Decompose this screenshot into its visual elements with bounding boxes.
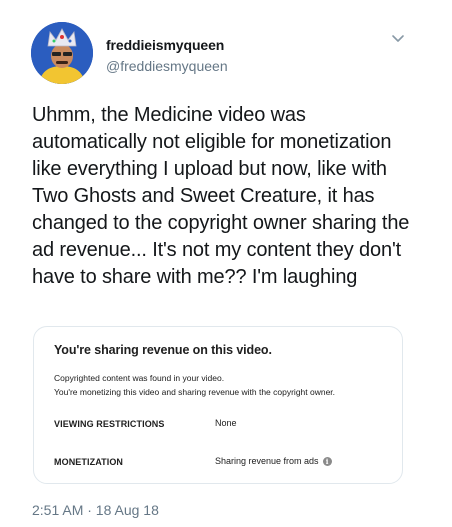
- media-card[interactable]: You're sharing revenue on this video. Co…: [33, 326, 403, 484]
- card-description-line: Copyrighted content was found in your vi…: [54, 373, 225, 383]
- monetization-label: MONETIZATION: [54, 457, 124, 467]
- avatar[interactable]: [31, 22, 93, 84]
- viewing-restrictions-text: None: [215, 418, 237, 428]
- tweet-timestamp[interactable]: 2:51 AM · 18 Aug 18: [32, 502, 159, 518]
- viewing-restrictions-value: None: [215, 418, 237, 428]
- tweet-text: Uhmm, the Medicine video was automatical…: [32, 104, 410, 288]
- chevron-down-icon[interactable]: [391, 34, 405, 44]
- info-icon[interactable]: i: [322, 456, 332, 466]
- avatar-image: [31, 22, 93, 84]
- display-name[interactable]: freddieismyqueen: [106, 37, 228, 54]
- user-info[interactable]: freddieismyqueen @freddiesmyqueen: [106, 37, 228, 75]
- card-description: Copyrighted content was found in your vi…: [54, 371, 404, 399]
- monetization-text: Sharing revenue from ads: [215, 456, 319, 466]
- user-handle[interactable]: @freddiesmyqueen: [106, 58, 228, 75]
- viewing-restrictions-label: VIEWING RESTRICTIONS: [54, 419, 165, 429]
- card-description-line: You're monetizing this video and sharing…: [54, 387, 336, 397]
- monetization-value: Sharing revenue from ads i: [215, 456, 332, 466]
- card-title: You're sharing revenue on this video.: [54, 343, 272, 357]
